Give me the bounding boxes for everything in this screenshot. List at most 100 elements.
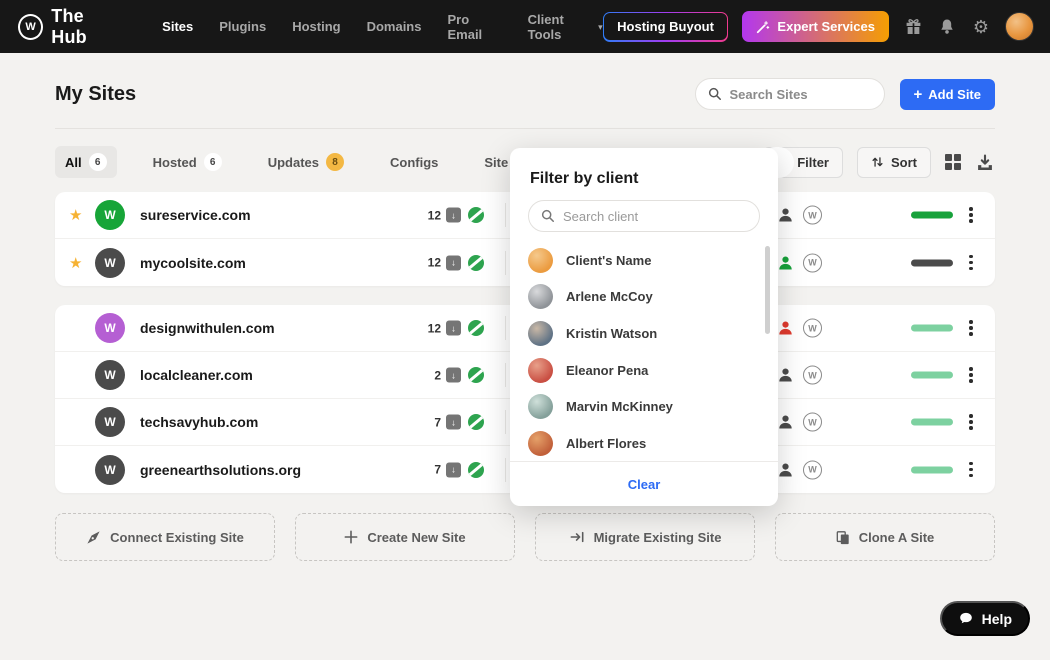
updates-cell[interactable]: 12 ↓ <box>375 255 461 270</box>
export-download-icon[interactable] <box>975 152 995 172</box>
wordpress-icon[interactable]: W <box>803 460 822 479</box>
favorite-star-icon[interactable]: ★ <box>69 254 82 272</box>
client-avatar <box>528 248 553 273</box>
create-new-site-button[interactable]: Create New Site <box>295 513 515 561</box>
column-divider <box>505 316 506 340</box>
row-menu-button[interactable] <box>965 251 977 275</box>
site-name[interactable]: greenearthsolutions.org <box>140 462 301 478</box>
site-name[interactable]: techsavyhub.com <box>140 414 258 430</box>
updates-cell[interactable]: 2 ↓ <box>375 368 461 383</box>
tab-hosted[interactable]: Hosted 6 <box>143 146 232 178</box>
client-icon[interactable] <box>777 320 794 336</box>
client-icon[interactable] <box>777 255 794 271</box>
updates-cell[interactable]: 7 ↓ <box>375 462 461 477</box>
updates-cell[interactable]: 12 ↓ <box>375 208 461 223</box>
updates-count: 2 <box>434 368 441 382</box>
updates-icon: ↓ <box>446 415 461 430</box>
performance-icon <box>468 255 484 271</box>
client-icon[interactable] <box>777 462 794 478</box>
site-name[interactable]: mycoolsite.com <box>140 255 246 271</box>
client-search-input[interactable] <box>563 209 738 224</box>
site-name[interactable]: localcleaner.com <box>140 367 253 383</box>
nav-item-domains[interactable]: Domains <box>367 19 422 34</box>
client-row[interactable]: Eleanor Pena <box>528 352 758 389</box>
connect-existing-site-button[interactable]: Connect Existing Site <box>55 513 275 561</box>
site-avatar: W <box>95 455 125 485</box>
wordpress-icon[interactable]: W <box>803 413 822 432</box>
gift-icon[interactable] <box>903 17 923 37</box>
tab-label: Hosted <box>153 155 197 170</box>
connect-pen-icon <box>86 530 101 545</box>
clone-a-site-button[interactable]: Clone A Site <box>775 513 995 561</box>
page-header: My Sites + Add Site <box>55 76 995 112</box>
search-sites-input[interactable] <box>730 87 860 102</box>
site-creation-actions: Connect Existing Site Create New Site Mi… <box>55 513 995 561</box>
client-icon[interactable] <box>777 207 794 223</box>
hub-logo-icon: W <box>18 14 43 40</box>
tab-label: Configs <box>390 155 438 170</box>
header-actions: + Add Site <box>695 78 996 110</box>
nav-item-sites[interactable]: Sites <box>162 19 193 34</box>
updates-icon: ↓ <box>446 321 461 336</box>
expert-services-button[interactable]: Expert Services <box>742 11 889 42</box>
add-site-button[interactable]: + Add Site <box>900 79 996 110</box>
row-menu-button[interactable] <box>965 203 977 227</box>
client-row[interactable]: Client's Name <box>528 242 758 279</box>
status-pill <box>911 259 953 266</box>
updates-cell[interactable]: 7 ↓ <box>375 415 461 430</box>
nav-item-client-tools[interactable]: Client Tools ▾ <box>528 12 603 42</box>
filter-by-client-popup: Filter by client Client's Name Arlene Mc… <box>510 148 778 506</box>
brand[interactable]: W The Hub <box>18 6 122 48</box>
updates-icon: ↓ <box>446 255 461 270</box>
user-avatar[interactable] <box>1005 12 1034 41</box>
client-name: Client's Name <box>566 253 651 268</box>
chevron-down-icon: ▾ <box>598 22 603 33</box>
search-sites-box[interactable] <box>695 78 885 110</box>
row-menu-button[interactable] <box>965 316 977 340</box>
nav-item-label: Hosting <box>292 19 340 34</box>
nav-item-pro-email[interactable]: Pro Email <box>447 12 501 42</box>
wordpress-icon[interactable]: W <box>803 366 822 385</box>
tab-all[interactable]: All 6 <box>55 146 117 178</box>
client-row[interactable]: Marvin McKinney <box>528 388 758 425</box>
updates-cell[interactable]: 12 ↓ <box>375 321 461 336</box>
performance-icon <box>468 462 484 478</box>
favorite-star-icon[interactable]: ★ <box>69 206 82 224</box>
client-icon[interactable] <box>777 367 794 383</box>
sort-arrows-icon <box>871 155 884 169</box>
client-icon[interactable] <box>777 414 794 430</box>
client-row[interactable]: Arlene McCoy <box>528 279 758 316</box>
row-menu-button[interactable] <box>965 363 977 387</box>
updates-icon: ↓ <box>446 208 461 223</box>
site-name[interactable]: sureservice.com <box>140 207 251 223</box>
tab-configs[interactable]: Configs <box>380 148 448 177</box>
row-menu-button[interactable] <box>965 410 977 434</box>
nav-item-hosting[interactable]: Hosting <box>292 19 340 34</box>
wordpress-icon[interactable]: W <box>803 319 822 338</box>
tab-updates[interactable]: Updates 8 <box>258 146 354 178</box>
client-search-box[interactable] <box>528 200 760 232</box>
sort-button[interactable]: Sort <box>857 147 931 178</box>
clear-filter-link[interactable]: Clear <box>628 477 661 492</box>
updates-icon: ↓ <box>446 368 461 383</box>
grid-view-icon[interactable] <box>945 154 961 170</box>
client-row[interactable]: Albert Flores <box>528 425 758 462</box>
client-list: Client's Name Arlene McCoy Kristin Watso… <box>528 242 758 462</box>
footer-action-label: Clone A Site <box>859 530 935 545</box>
client-row[interactable]: Kristin Watson <box>528 315 758 352</box>
updates-count: 7 <box>434 415 441 429</box>
wordpress-icon[interactable]: W <box>803 253 822 272</box>
row-menu-button[interactable] <box>965 458 977 482</box>
tab-count-badge: 8 <box>326 153 344 171</box>
notifications-bell-icon[interactable] <box>937 17 957 37</box>
popup-scrollbar[interactable] <box>765 246 770 334</box>
status-pill <box>911 212 953 219</box>
settings-gear-icon[interactable]: ⚙ <box>971 17 991 37</box>
nav-item-plugins[interactable]: Plugins <box>219 19 266 34</box>
column-divider <box>505 410 506 434</box>
site-name[interactable]: designwithulen.com <box>140 320 275 336</box>
help-button[interactable]: Help <box>940 601 1030 636</box>
hosting-buyout-button[interactable]: Hosting Buyout <box>603 12 729 42</box>
wordpress-icon[interactable]: W <box>803 206 822 225</box>
migrate-existing-site-button[interactable]: Migrate Existing Site <box>535 513 755 561</box>
